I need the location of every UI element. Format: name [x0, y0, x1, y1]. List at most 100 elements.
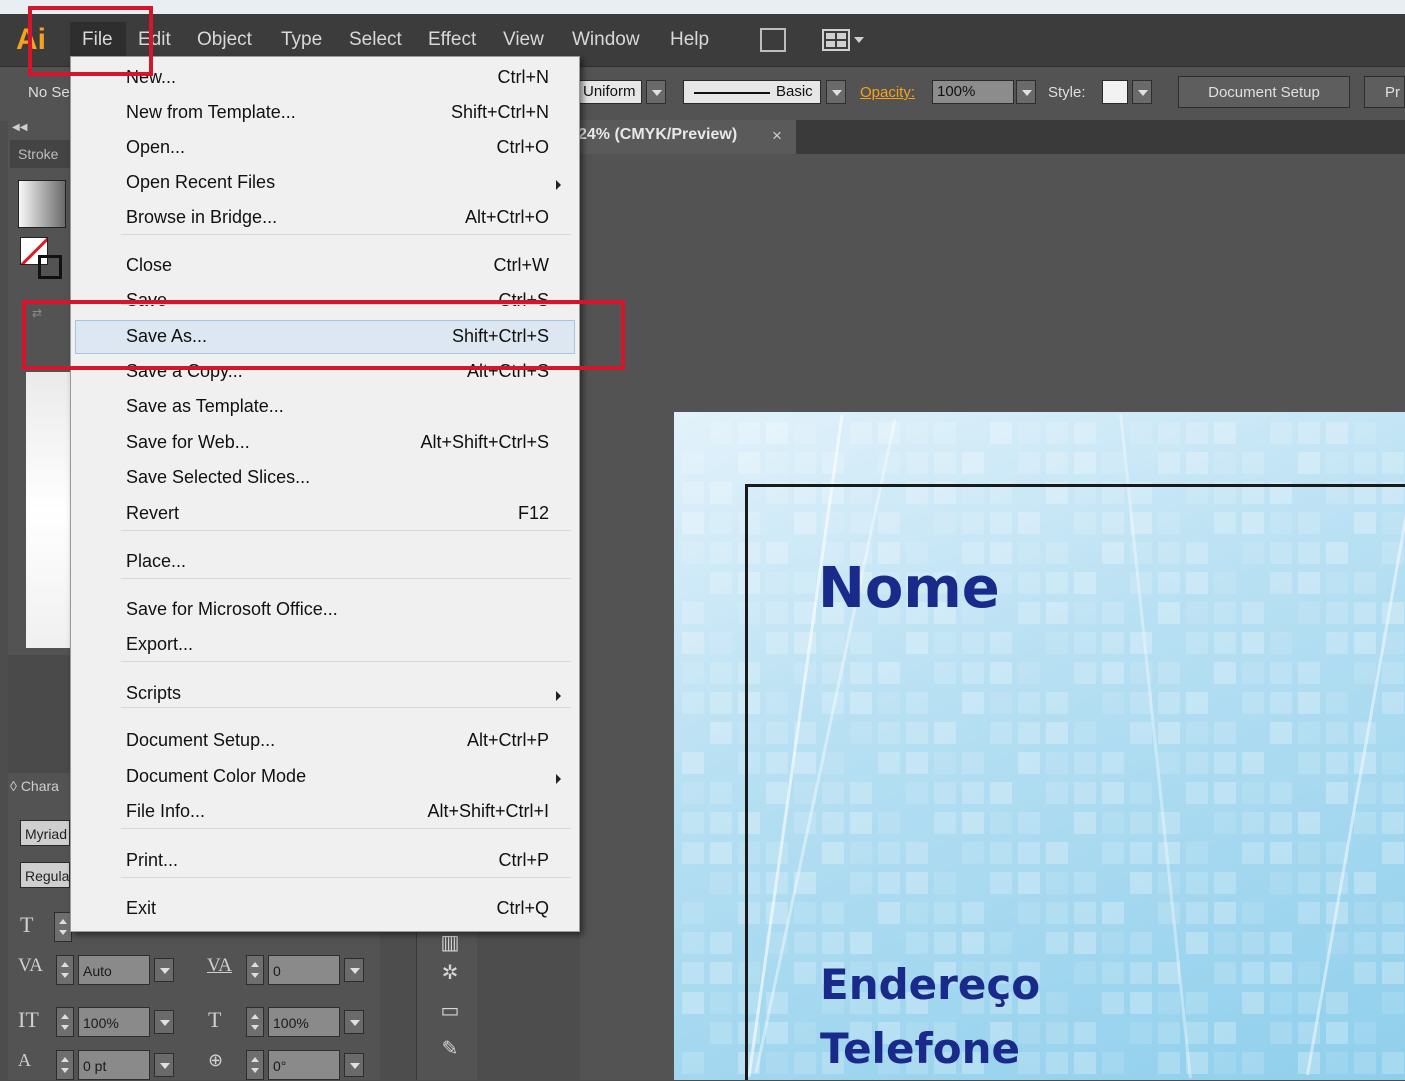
horizontal-scale-dropdown[interactable] — [344, 1010, 364, 1034]
menu-item-document-setup[interactable]: Document Setup... Alt+Ctrl+P — [71, 724, 579, 758]
baseline-shift-stepper[interactable] — [56, 1050, 74, 1080]
opacity-field[interactable]: 100% — [932, 80, 1014, 104]
background-tile — [1354, 422, 1376, 444]
baseline-shift-dropdown[interactable] — [154, 1053, 174, 1077]
annotation-file-menu — [28, 6, 153, 76]
background-tile — [1102, 452, 1124, 474]
menu-item-save-selected-slices[interactable]: Save Selected Slices... — [71, 461, 579, 495]
graphic-style-swatch[interactable] — [1102, 80, 1128, 104]
stroke-profile-dropdown[interactable] — [646, 80, 666, 104]
menu-help[interactable]: Help — [670, 14, 709, 66]
tracking-stepper[interactable] — [246, 955, 264, 985]
symbol-sprayer-tool-icon[interactable]: ✲ — [436, 960, 464, 986]
menu-item-save-for-microsoft-office[interactable]: Save for Microsoft Office... — [71, 593, 579, 627]
character-rotation-dropdown[interactable] — [344, 1053, 364, 1077]
vertical-scale-field[interactable]: 100% — [78, 1007, 150, 1037]
background-tile — [710, 572, 732, 594]
menu-item-label: Print... — [126, 850, 179, 870]
stroke-panel-tab[interactable]: Stroke — [10, 140, 70, 168]
menu-item-file-info[interactable]: File Info... Alt+Shift+Ctrl+I — [71, 795, 579, 829]
submenu-arrow-icon — [556, 774, 561, 784]
background-tile — [682, 782, 704, 804]
horizontal-scale-stepper[interactable] — [246, 1007, 264, 1037]
menu-item-print[interactable]: Print... Ctrl+P — [71, 844, 579, 878]
collapse-panel-icon[interactable]: ◀◀ — [12, 122, 27, 133]
tracking-field[interactable]: 0 — [268, 955, 340, 985]
background-tile — [1382, 452, 1404, 474]
horizontal-scale-field[interactable]: 100% — [268, 1007, 340, 1037]
menu-item-shortcut: Alt+Ctrl+P — [466, 730, 549, 750]
brush-select[interactable]: Basic — [683, 80, 821, 104]
font-family-field[interactable]: Myriad — [20, 820, 70, 846]
character-rotation-stepper[interactable] — [246, 1050, 264, 1080]
column-graph-tool-icon[interactable]: ▥ — [436, 930, 464, 956]
bridge-icon[interactable] — [760, 28, 786, 52]
background-tile — [962, 452, 984, 474]
menu-item-open-recent-files[interactable]: Open Recent Files — [71, 166, 579, 200]
menu-item-browse-in-bridge[interactable]: Browse in Bridge... Alt+Ctrl+O — [71, 201, 579, 235]
stroke-profile-select[interactable]: Uniform — [578, 80, 642, 104]
kerning-stepper[interactable] — [56, 955, 74, 985]
card-phone-text[interactable]: Telefone — [820, 1024, 1020, 1073]
opacity-dropdown[interactable] — [1016, 80, 1036, 104]
background-tile — [1018, 422, 1040, 444]
background-tile — [1018, 452, 1040, 474]
card-name-text[interactable]: Nome — [818, 556, 1000, 621]
gradient-tool-icon[interactable]: ▭ — [436, 998, 464, 1024]
menu-item-exit[interactable]: Exit Ctrl+Q — [71, 892, 579, 926]
baseline-shift-field[interactable]: 0 pt — [78, 1050, 150, 1080]
preferences-button[interactable]: Pr — [1364, 76, 1405, 108]
menu-item-shortcut: Ctrl+W — [493, 255, 550, 275]
menu-item-close[interactable]: Close Ctrl+W — [71, 249, 579, 283]
menu-item-shortcut: Ctrl+N — [497, 67, 549, 87]
background-tile — [1242, 452, 1264, 474]
menu-item-scripts[interactable]: Scripts — [71, 677, 579, 711]
menu-item-save-for-web[interactable]: Save for Web... Alt+Shift+Ctrl+S — [71, 426, 579, 460]
close-tab-icon[interactable]: × — [772, 126, 782, 146]
stroke-swatch[interactable] — [38, 255, 62, 279]
vertical-scale-stepper[interactable] — [56, 1007, 74, 1037]
document-setup-button[interactable]: Document Setup — [1178, 76, 1350, 108]
character-rotation-field[interactable]: 0° — [268, 1050, 340, 1080]
opacity-label[interactable]: Opacity: — [860, 84, 915, 101]
menu-item-shortcut: Alt+Shift+Ctrl+S — [420, 432, 549, 452]
background-tile — [1186, 452, 1208, 474]
arrange-documents-icon[interactable] — [822, 28, 864, 52]
background-tile — [682, 902, 704, 924]
menu-separator — [121, 707, 571, 708]
menu-item-label: Browse in Bridge... — [126, 207, 278, 227]
gradient-swatch[interactable] — [18, 180, 66, 228]
card-address-text[interactable]: Endereço — [820, 960, 1040, 1009]
kerning-dropdown[interactable] — [154, 958, 174, 982]
vertical-scale-dropdown[interactable] — [154, 1010, 174, 1034]
menu-item-revert[interactable]: Revert F12 — [71, 497, 579, 531]
annotation-save-as — [22, 300, 625, 370]
font-style-field[interactable]: Regular — [20, 862, 70, 888]
background-tile — [682, 842, 704, 864]
background-tile — [682, 452, 704, 474]
background-tile — [1158, 422, 1180, 444]
gradient-slider[interactable] — [26, 372, 70, 648]
horizontal-scale-icon: T — [208, 1007, 222, 1032]
character-panel-tab[interactable]: ◊ Chara — [10, 778, 59, 794]
background-tile — [794, 422, 816, 444]
menu-item-document-color-mode[interactable]: Document Color Mode — [71, 760, 579, 794]
menu-item-export[interactable]: Export... — [71, 628, 579, 662]
tracking-dropdown[interactable] — [344, 958, 364, 982]
kerning-field[interactable]: Auto — [78, 955, 150, 985]
menu-item-label: Exit — [126, 898, 157, 918]
menu-item-label: Export... — [126, 634, 194, 654]
menu-item-place[interactable]: Place... — [71, 545, 579, 579]
menu-item-new-from-template[interactable]: New from Template... Shift+Ctrl+N — [71, 96, 579, 130]
window-top-edge — [0, 0, 1405, 14]
graphic-style-dropdown[interactable] — [1132, 80, 1152, 104]
brush-dropdown[interactable] — [826, 80, 846, 104]
tracking-icon: VA — [207, 955, 232, 976]
menu-window[interactable]: Window — [572, 14, 640, 66]
menu-item-save-as-template[interactable]: Save as Template... — [71, 390, 579, 424]
eyedropper-tool-icon[interactable]: ✎ — [436, 1036, 464, 1062]
background-tile — [682, 632, 704, 654]
menu-separator — [121, 530, 571, 531]
menu-item-label: Close — [126, 255, 173, 275]
menu-item-open[interactable]: Open... Ctrl+O — [71, 131, 579, 165]
